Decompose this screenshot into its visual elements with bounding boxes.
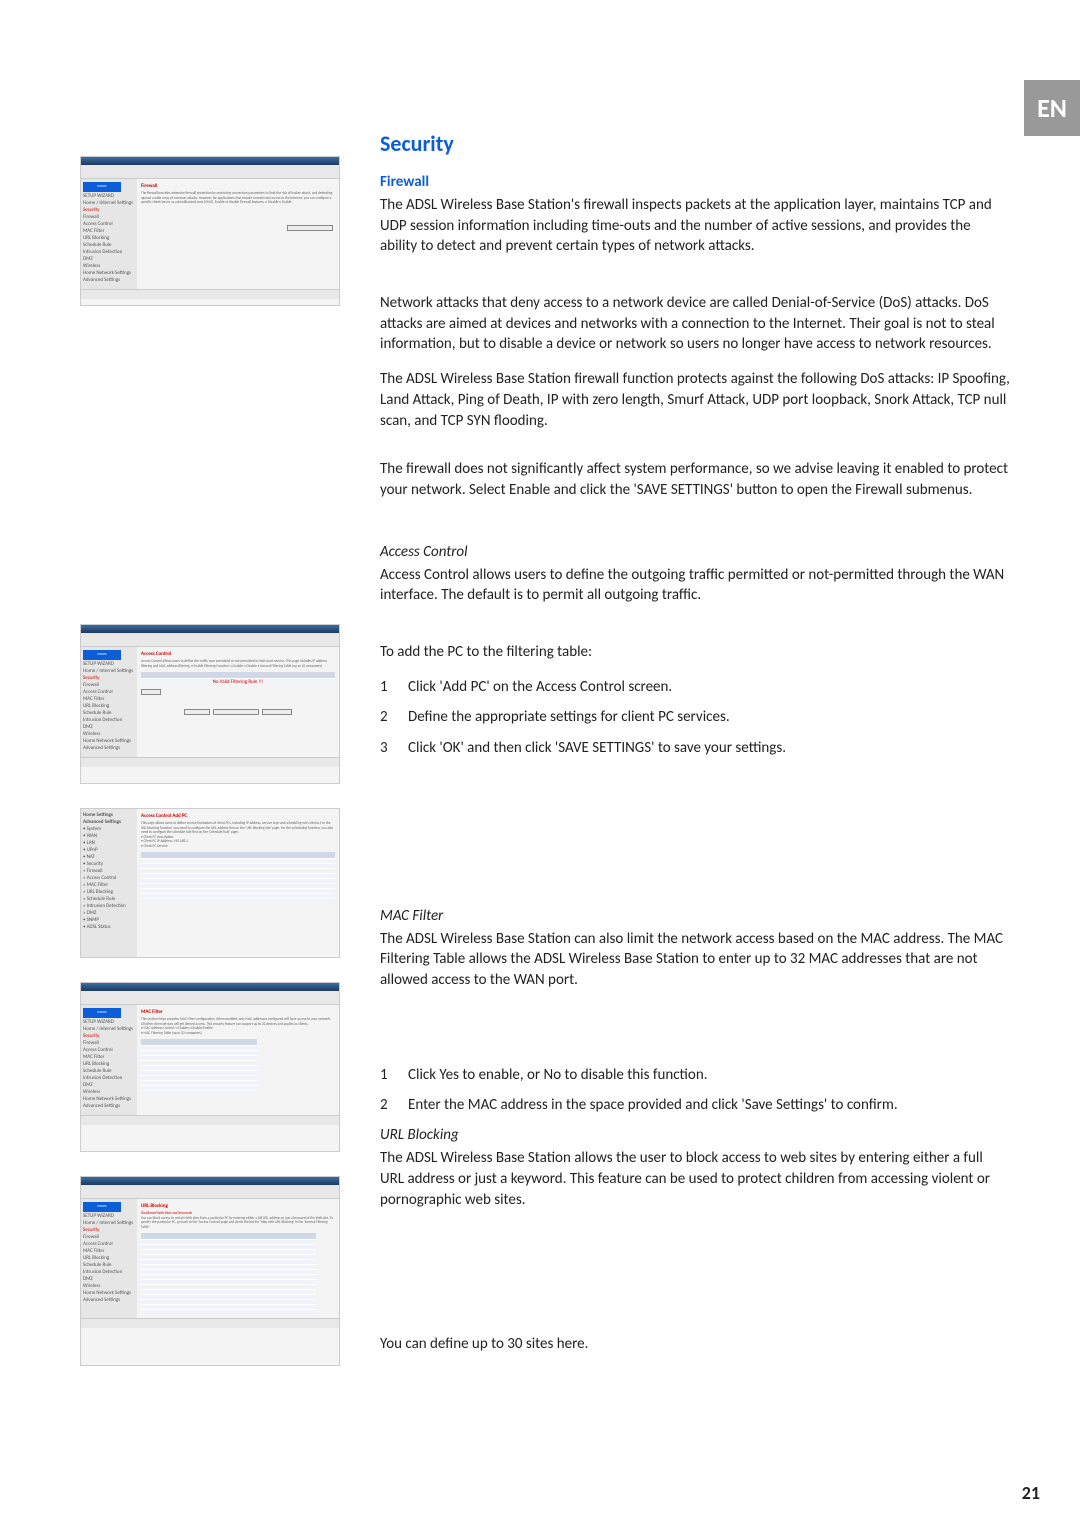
- access-control-steps: 1Click 'Add PC' on the Access Control sc…: [380, 677, 1010, 759]
- save-settings-button[interactable]: [213, 709, 259, 715]
- save-settings-button[interactable]: [287, 225, 333, 231]
- mac-filter-p1: The ADSL Wireless Base Station can also …: [380, 929, 1010, 991]
- language-tab: EN: [1024, 80, 1080, 136]
- help-button[interactable]: [184, 709, 210, 715]
- firewall-heading: Firewall: [380, 173, 1010, 191]
- access-control-p1: Access Control allows users to define th…: [380, 565, 1010, 606]
- firewall-p1: The ADSL Wireless Base Station's firewal…: [380, 195, 1010, 257]
- url-blocking-p1: The ADSL Wireless Base Station allows th…: [380, 1148, 1010, 1210]
- add-pc-button[interactable]: [141, 689, 161, 695]
- screenshot-mac-filter: PHILIPS SETUP WIZARDHome / Internet Sett…: [80, 982, 340, 1152]
- screenshot-access-control: PHILIPS SETUP WIZARDHome / Internet Sett…: [80, 624, 340, 784]
- access-control-heading: Access Control: [380, 543, 1010, 561]
- screenshot-access-control-add-pc: Home Settings Advanced Settings • System…: [80, 808, 340, 958]
- section-title: Security: [380, 130, 1010, 157]
- access-control-lead: To add the PC to the filtering table:: [380, 642, 1010, 663]
- mac-filter-heading: MAC Filter: [380, 907, 1010, 925]
- firewall-p4: The firewall does not significantly affe…: [380, 459, 1010, 500]
- mac-filter-steps: 1Click Yes to enable, or No to disable t…: [380, 1065, 1010, 1116]
- page-number: 21: [1022, 1482, 1040, 1504]
- cancel-button[interactable]: [262, 709, 292, 715]
- screenshot-firewall: PHILIPS SETUP WIZARDHome / Internet Sett…: [80, 156, 340, 306]
- url-blocking-heading: URL Blocking: [380, 1126, 1010, 1144]
- firewall-p2: Network attacks that deny access to a ne…: [380, 293, 1010, 355]
- firewall-p3: The ADSL Wireless Base Station firewall …: [380, 369, 1010, 431]
- screenshot-url-blocking: PHILIPS SETUP WIZARDHome / Internet Sett…: [80, 1176, 340, 1366]
- url-blocking-p2: You can define up to 30 sites here.: [380, 1334, 1010, 1355]
- philips-logo: PHILIPS: [83, 182, 121, 192]
